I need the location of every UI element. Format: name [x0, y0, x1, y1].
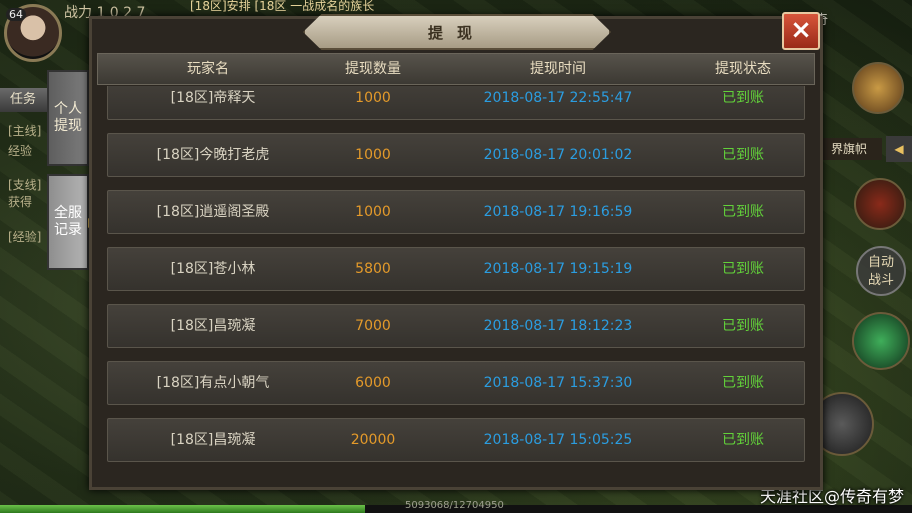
status-cell: 已到账 — [722, 375, 764, 391]
amount-cell: 7000 — [355, 318, 391, 334]
table-row: [18区]今晚打老虎 1000 2018-08-17 20:01:02 已到账 — [107, 133, 805, 177]
player-name-cell: [18区]今晚打老虎 — [156, 147, 270, 163]
time-cell: 2018-08-17 20:01:02 — [483, 147, 633, 163]
time-cell: 2018-08-17 19:15:19 — [483, 261, 633, 277]
amount-cell: 1000 — [355, 204, 391, 220]
tab-personal-withdraw[interactable]: 个人提现 — [47, 70, 89, 166]
quest-line: 经验 — [8, 144, 33, 158]
amount-cell: 20000 — [350, 432, 396, 448]
clan-system-icon[interactable] — [854, 178, 906, 230]
dialog-title: 提现 — [303, 14, 611, 50]
status-cell: 已到账 — [722, 147, 764, 163]
table-row: [18区]苍小林 5800 2018-08-17 19:15:19 已到账 — [107, 247, 805, 291]
amount-cell: 6000 — [355, 375, 391, 391]
time-cell: 2018-08-17 18:12:23 — [483, 318, 633, 334]
activity-icon[interactable] — [852, 62, 904, 114]
status-cell: 已到账 — [722, 432, 764, 448]
experience-fill — [0, 505, 365, 513]
table-row: [18区]昌琬凝 20000 2018-08-17 15:05:25 已到账 — [107, 418, 805, 462]
column-header-time: 提现时间 — [530, 61, 586, 77]
table-row: [18区]帝释天 1000 2018-08-17 22:55:47 已到账 — [107, 86, 805, 120]
withdraw-record-list[interactable]: [18区]帝释天 1000 2018-08-17 22:55:47 已到账 [18区]今… — [97, 86, 815, 478]
column-header-player: 玩家名 — [187, 61, 229, 77]
time-cell: 2018-08-17 15:37:30 — [483, 375, 633, 391]
quest-line: 获得 — [8, 195, 33, 209]
player-name-cell: [18区]昌琬凝 — [170, 318, 256, 334]
player-name-cell: [18区]逍遥阁圣殿 — [156, 204, 270, 220]
status-cell: 已到账 — [722, 90, 764, 106]
column-header-status: 提现状态 — [715, 61, 771, 77]
world-flag-label: 界旗帜 — [816, 138, 882, 160]
tab-server-records[interactable]: 全服记录 — [47, 174, 95, 270]
chevron-left-icon[interactable]: ◀ — [886, 136, 912, 162]
table-header: 玩家名 提现数量 提现时间 提现状态 — [97, 53, 815, 85]
player-name-cell: [18区]有点小朝气 — [156, 375, 270, 391]
table-row: [18区]逍遥阁圣殿 1000 2018-08-17 19:16:59 已到账 — [107, 190, 805, 234]
amount-cell: 1000 — [355, 147, 391, 163]
time-cell: 2018-08-17 19:16:59 — [483, 204, 633, 220]
column-header-amount: 提现数量 — [345, 61, 401, 77]
close-button[interactable]: × — [782, 12, 820, 50]
quest-line: [经验] — [8, 230, 42, 244]
status-cell: 已到账 — [722, 204, 764, 220]
auto-battle-label: 自动 — [867, 255, 894, 270]
player-name-cell: [18区]苍小林 — [170, 261, 256, 277]
quest-tab[interactable]: 任务 — [0, 88, 52, 112]
status-cell: 已到账 — [722, 261, 764, 277]
table-row: [18区]昌琬凝 7000 2018-08-17 18:12:23 已到账 — [107, 304, 805, 348]
auto-battle-button[interactable]: 自动 战斗 — [856, 246, 906, 296]
player-name-cell: [18区]昌琬凝 — [170, 432, 256, 448]
player-level: 64 — [6, 8, 26, 21]
amount-cell: 1000 — [355, 90, 391, 106]
experience-text: 5093068/12704950 — [405, 500, 504, 511]
time-cell: 2018-08-17 22:55:47 — [483, 90, 633, 106]
time-cell: 2018-08-17 15:05:25 — [483, 432, 633, 448]
announcement-ticker: [18区]安排 [18区 一战成名的族长 — [190, 0, 375, 13]
auto-battle-label: 战斗 — [867, 273, 894, 288]
player-name-cell: [18区]帝释天 — [170, 90, 256, 106]
status-cell: 已到账 — [722, 318, 764, 334]
quest-line: [支线] — [8, 178, 42, 192]
amount-cell: 5800 — [355, 261, 391, 277]
quest-line: [主线] — [8, 124, 42, 138]
table-row: [18区]有点小朝气 6000 2018-08-17 15:37:30 已到账 — [107, 361, 805, 405]
skill-icon[interactable] — [852, 312, 910, 370]
